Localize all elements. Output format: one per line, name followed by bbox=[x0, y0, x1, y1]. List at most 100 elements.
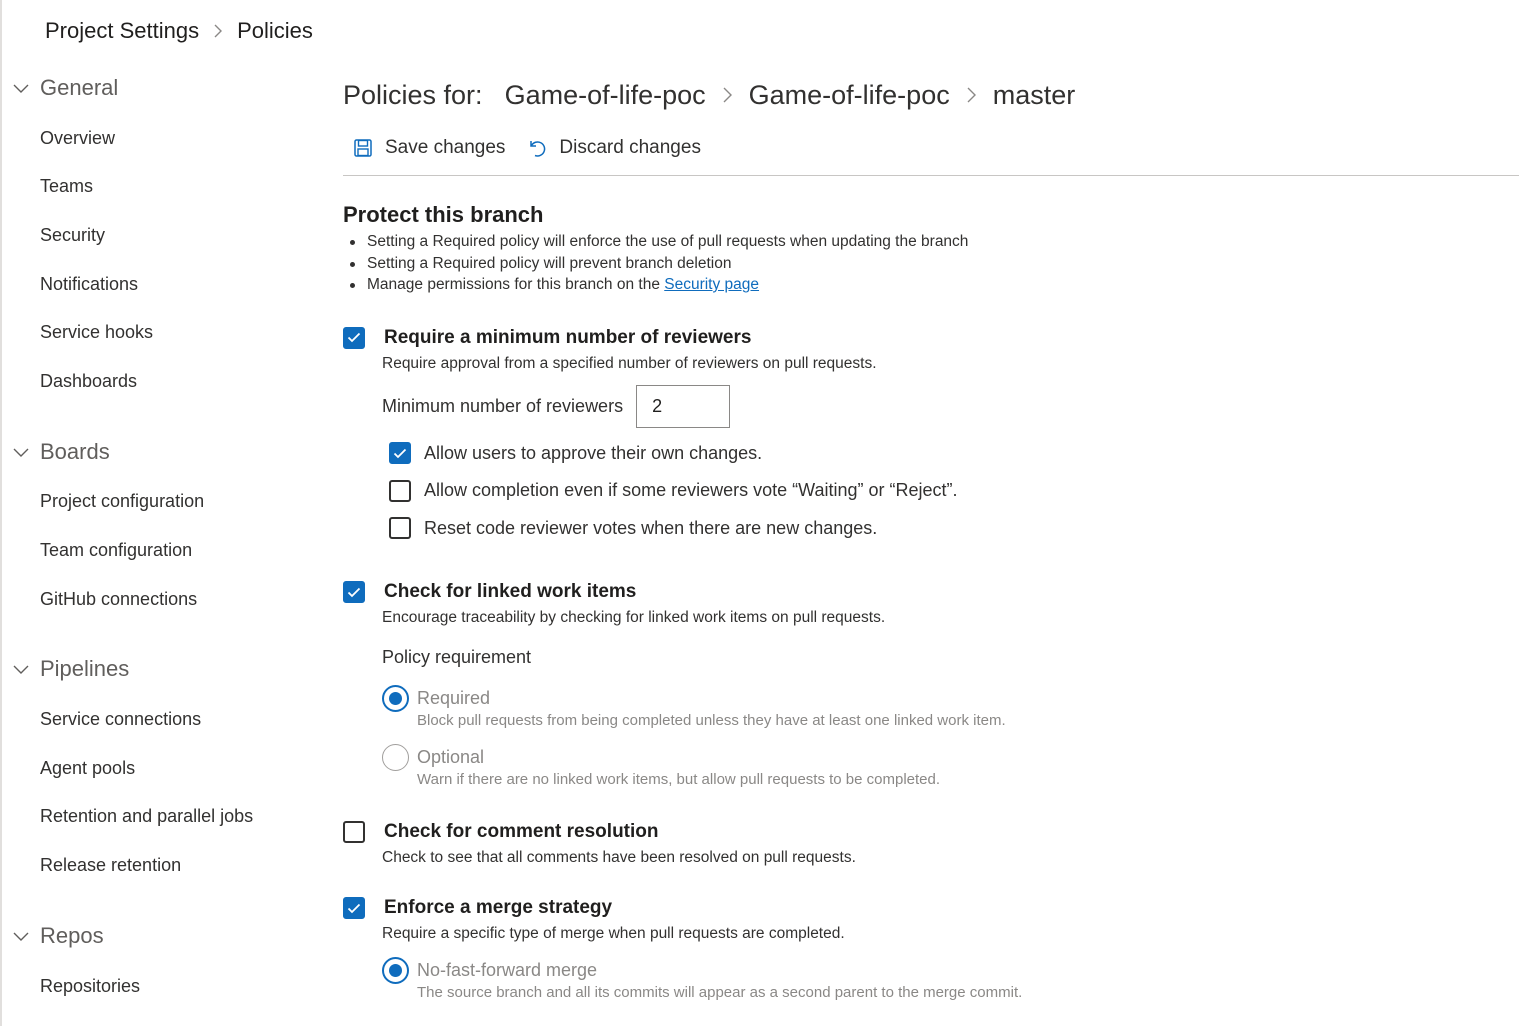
allow-completion-checkbox[interactable] bbox=[389, 479, 411, 502]
sidebar-item-team-configuration[interactable]: Team configuration bbox=[0, 526, 320, 575]
required-radio[interactable] bbox=[382, 685, 409, 712]
save-changes-label: Save changes bbox=[385, 136, 506, 158]
page: Project Settings Policies General Overvi… bbox=[0, 0, 1519, 1026]
policy-title: Check for linked work items bbox=[384, 581, 637, 602]
allow-self-approve-option: Allow users to approve their own changes… bbox=[389, 435, 1519, 473]
optional-radio[interactable] bbox=[382, 744, 409, 771]
nav-group-boards: Boards Project configuration Team config… bbox=[0, 426, 320, 624]
nav-group-header-general[interactable]: General bbox=[0, 62, 320, 114]
nav-group-label: General bbox=[40, 75, 119, 100]
option-label: Reset code reviewer votes when there are… bbox=[424, 517, 878, 538]
sidebar-item-notifications[interactable]: Notifications bbox=[0, 260, 320, 309]
repo-link[interactable]: Game-of-life-poc bbox=[749, 80, 950, 111]
checkmark-icon bbox=[347, 587, 361, 597]
sidebar-item-github-connections[interactable]: GitHub connections bbox=[0, 575, 320, 624]
sidebar-item-security[interactable]: Security bbox=[0, 211, 320, 260]
policy-row: Enforce a merge strategy bbox=[343, 897, 1519, 919]
discard-changes-label: Discard changes bbox=[559, 136, 701, 158]
policy-description: Check to see that all comments have been… bbox=[382, 849, 856, 866]
save-changes-button[interactable]: Save changes bbox=[353, 137, 505, 159]
checkmark-icon bbox=[347, 903, 361, 913]
policy-description: Require approval from a specified number… bbox=[382, 354, 877, 372]
toolbar: Save changes Discard changes bbox=[343, 120, 1519, 176]
policy-linked-work-items: Check for linked work items Encourage tr… bbox=[343, 581, 1519, 791]
min-reviewers-setting: Minimum number of reviewers bbox=[382, 384, 1519, 428]
radio-dot bbox=[389, 692, 402, 705]
nav-group-header-pipelines[interactable]: Pipelines bbox=[0, 643, 320, 695]
min-reviewers-input[interactable] bbox=[636, 384, 731, 428]
policy-row: Check for comment resolution bbox=[343, 821, 1519, 843]
reset-votes-checkbox[interactable] bbox=[389, 517, 411, 540]
linked-work-items-checkbox[interactable] bbox=[343, 581, 365, 603]
discard-changes-button[interactable]: Discard changes bbox=[527, 137, 701, 159]
nav-group-label: Repos bbox=[40, 922, 104, 948]
sidebar-item-agent-pools[interactable]: Agent pools bbox=[0, 744, 320, 793]
radio-dot bbox=[389, 964, 402, 977]
option-label: Allow completion even if some reviewers … bbox=[424, 480, 958, 501]
chevron-down-icon bbox=[12, 663, 40, 675]
policy-row: Require a minimum number of reviewers bbox=[343, 326, 1519, 349]
protect-note: Manage permissions for this branch on th… bbox=[350, 274, 1519, 296]
merge-strategy-checkbox[interactable] bbox=[343, 897, 365, 919]
nav-group-general: General Overview Teams Security Notifica… bbox=[0, 62, 320, 406]
breadcrumb-policies[interactable]: Policies bbox=[237, 18, 313, 44]
checkmark-icon bbox=[347, 332, 361, 343]
radio-text: Required Block pull requests from being … bbox=[417, 685, 1006, 732]
nav-group-header-repos[interactable]: Repos bbox=[0, 910, 320, 962]
sidebar-item-overview[interactable]: Overview bbox=[0, 114, 320, 163]
allow-completion-option: Allow completion even if some reviewers … bbox=[389, 472, 1519, 510]
radio-help: Warn if there are no linked work items, … bbox=[417, 771, 941, 788]
sidebar-item-retention-parallel-jobs[interactable]: Retention and parallel jobs bbox=[0, 793, 320, 842]
radio-help: The source branch and all its commits wi… bbox=[417, 984, 1023, 1001]
no-fast-forward-option: No-fast-forward merge The source branch … bbox=[382, 957, 1519, 1004]
chevron-down-icon bbox=[12, 82, 40, 94]
optional-option: Optional Warn if there are no linked wor… bbox=[382, 744, 1519, 791]
policy-title: Check for comment resolution bbox=[384, 821, 659, 842]
checkmark-icon bbox=[393, 448, 407, 459]
policy-description: Encourage traceability by checking for l… bbox=[382, 609, 886, 626]
security-page-link[interactable]: Security page bbox=[664, 276, 759, 293]
nav-group-label: Boards bbox=[40, 438, 110, 464]
protect-branch-title: Protect this branch bbox=[343, 202, 544, 227]
policy-min-reviewers: Require a minimum number of reviewers Re… bbox=[343, 326, 1519, 548]
sidebar-item-release-retention[interactable]: Release retention bbox=[0, 841, 320, 890]
min-reviewers-checkbox[interactable] bbox=[343, 326, 365, 349]
sidebar-item-service-hooks[interactable]: Service hooks bbox=[0, 308, 320, 357]
option-label: Allow users to approve their own changes… bbox=[424, 442, 763, 463]
policy-description: Require a specific type of merge when pu… bbox=[382, 925, 845, 942]
reset-votes-option: Reset code reviewer votes when there are… bbox=[389, 510, 1519, 548]
nav-group-repos: Repos Repositories bbox=[0, 910, 320, 1011]
project-link[interactable]: Game-of-life-poc bbox=[505, 80, 706, 111]
policy-requirement-label: Policy requirement bbox=[382, 647, 532, 667]
breadcrumb: Project Settings Policies bbox=[45, 18, 313, 44]
comment-resolution-checkbox[interactable] bbox=[343, 821, 365, 843]
sidebar-item-teams[interactable]: Teams bbox=[0, 163, 320, 212]
policy-title: Enforce a merge strategy bbox=[384, 897, 613, 918]
nav-group-label: Pipelines bbox=[40, 656, 130, 682]
protect-note-text: Manage permissions for this branch on th… bbox=[367, 276, 665, 293]
allow-self-approve-checkbox[interactable] bbox=[389, 442, 411, 465]
chevron-right-icon bbox=[966, 86, 977, 104]
radio-label: Required bbox=[417, 688, 491, 708]
breadcrumb-project-settings[interactable]: Project Settings bbox=[45, 18, 199, 44]
required-option: Required Block pull requests from being … bbox=[382, 685, 1519, 732]
sidebar-nav: General Overview Teams Security Notifica… bbox=[0, 62, 320, 1026]
chevron-right-icon bbox=[722, 86, 733, 104]
policy-header: Policies for: Game-of-life-poc Game-of-l… bbox=[343, 70, 1519, 120]
sidebar-item-project-configuration[interactable]: Project configuration bbox=[0, 478, 320, 527]
sidebar-item-service-connections[interactable]: Service connections bbox=[0, 695, 320, 744]
radio-text: Optional Warn if there are no linked wor… bbox=[417, 744, 940, 791]
undo-icon bbox=[527, 138, 547, 158]
branch-name[interactable]: master bbox=[993, 80, 1076, 111]
radio-text: No-fast-forward merge The source branch … bbox=[417, 957, 1022, 1004]
protect-note: Setting a Required policy will enforce t… bbox=[350, 231, 1519, 253]
chevron-right-icon bbox=[213, 23, 223, 39]
min-reviewers-label: Minimum number of reviewers bbox=[382, 395, 624, 416]
nav-group-header-boards[interactable]: Boards bbox=[0, 426, 320, 478]
sidebar-item-dashboards[interactable]: Dashboards bbox=[0, 357, 320, 406]
protect-note: Setting a Required policy will prevent b… bbox=[350, 253, 1519, 275]
no-fast-forward-radio[interactable] bbox=[382, 957, 409, 984]
main-content: Policies for: Game-of-life-poc Game-of-l… bbox=[343, 70, 1519, 1004]
sidebar-item-repositories[interactable]: Repositories bbox=[0, 962, 320, 1011]
radio-label: Optional bbox=[417, 747, 485, 767]
